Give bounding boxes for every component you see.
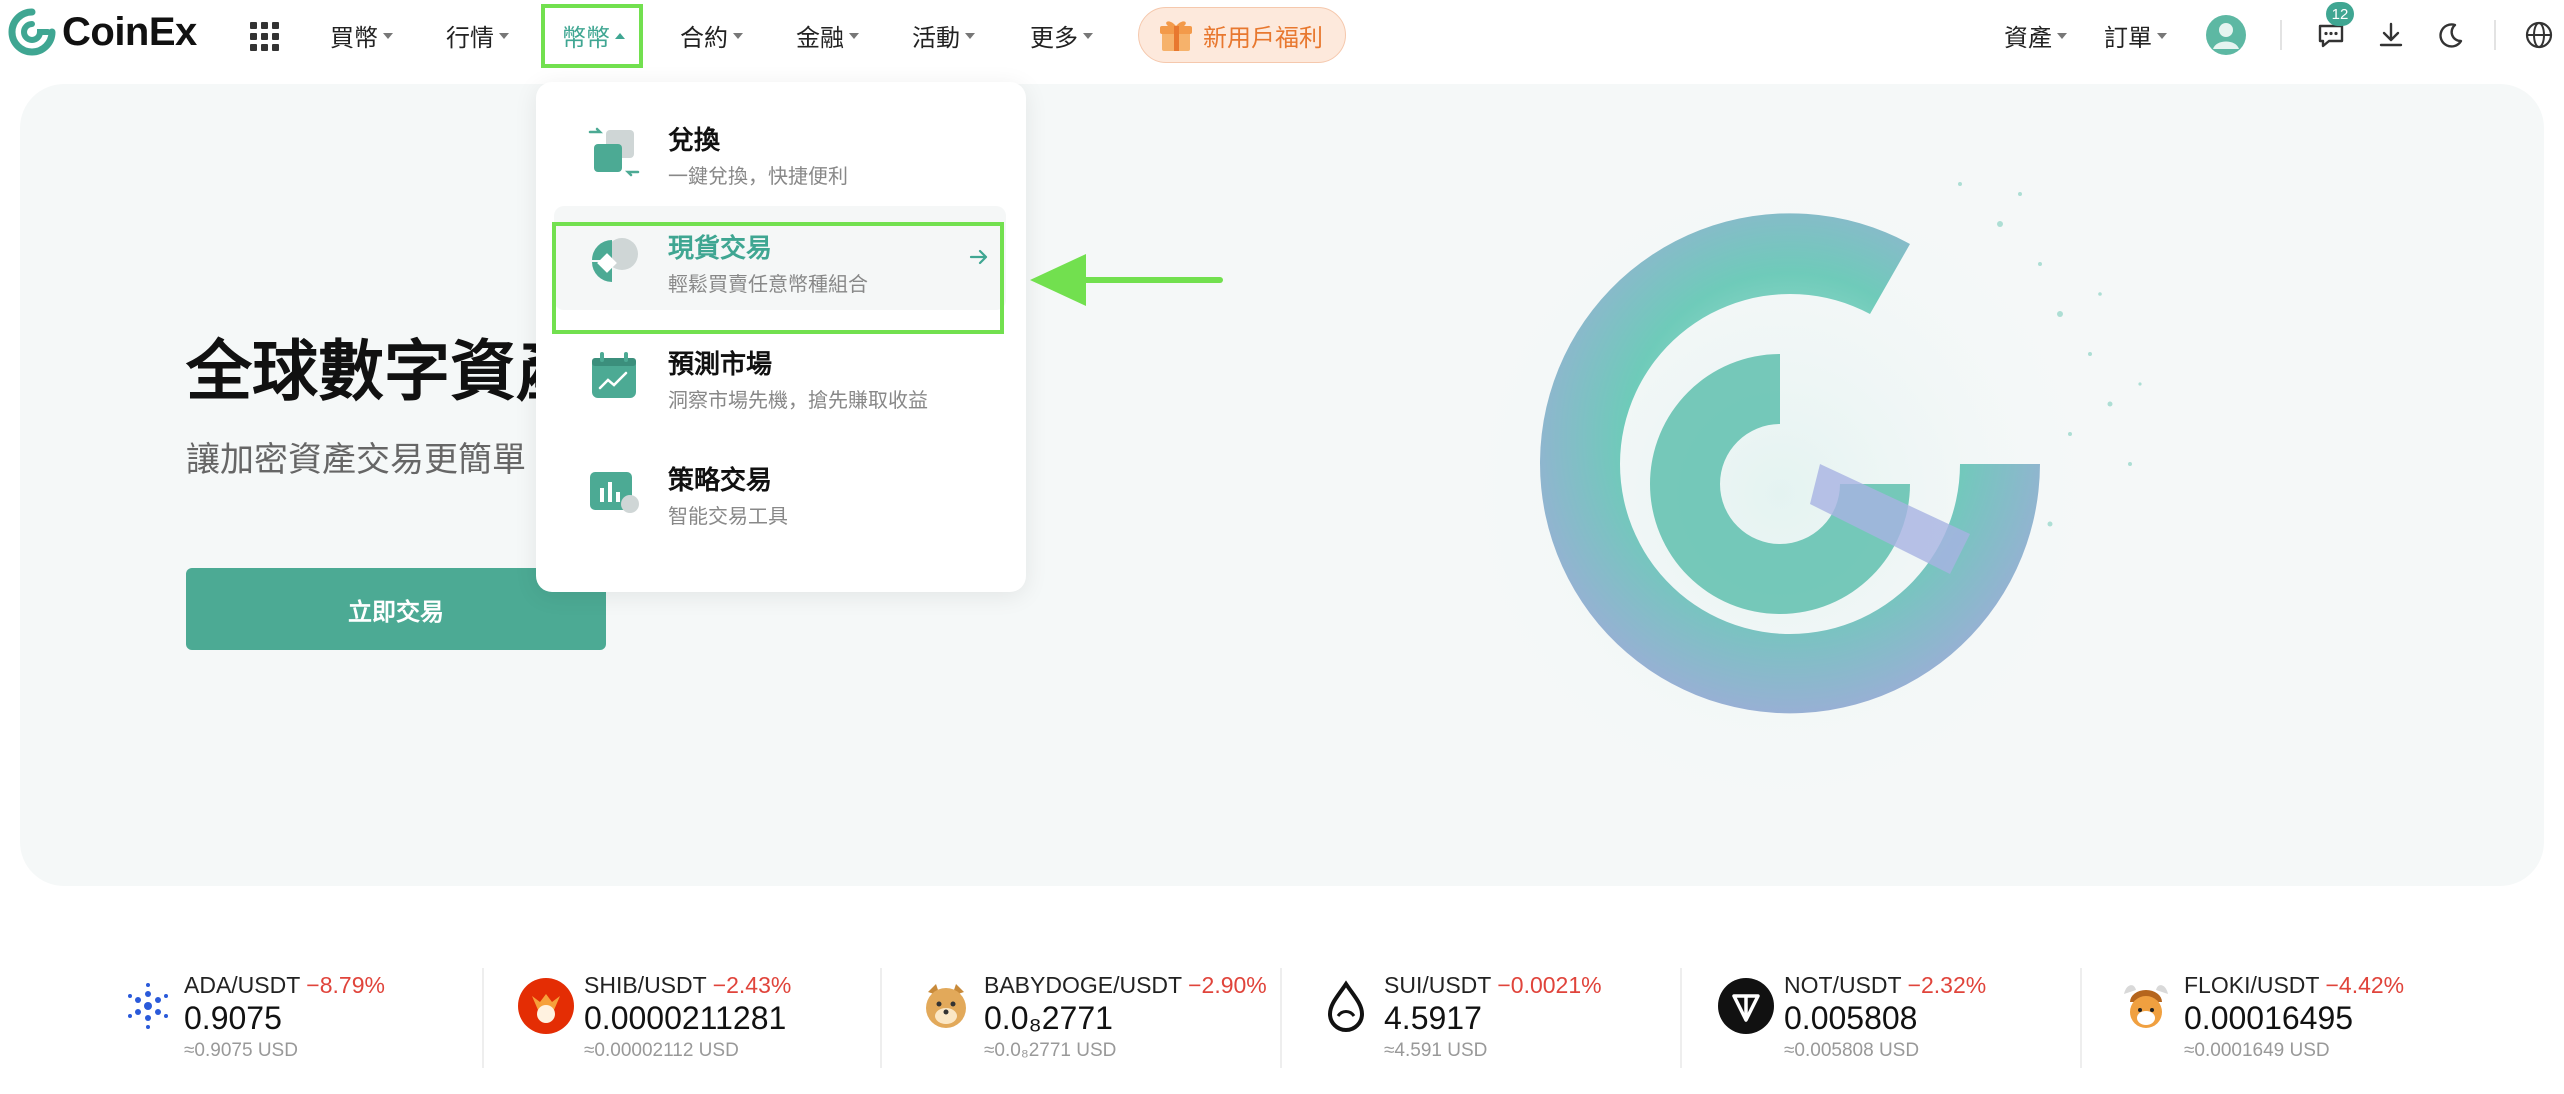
ticker-change: −8.79% <box>306 972 385 998</box>
coinex-logo-icon <box>8 8 56 56</box>
message-count-badge: 12 <box>2326 2 2354 26</box>
floki-icon <box>2124 985 2168 1028</box>
ticker-price: 0.005808 <box>1784 1000 1918 1036</box>
ticker-pair: SUI/USDT −0.0021% <box>1384 972 1602 998</box>
strategy-trading-icon <box>590 472 639 513</box>
divider <box>2494 20 2496 50</box>
ticker-price: 0.00016495 <box>2184 1000 2354 1036</box>
ticker-price: 0.0₈2771 <box>984 1000 1113 1036</box>
download-icon[interactable] <box>2374 18 2408 52</box>
divider <box>880 968 882 1068</box>
nav-item-more[interactable]: 更多 <box>1030 17 1093 53</box>
nav-item-futures[interactable]: 合約 <box>680 17 743 53</box>
divider <box>482 968 484 1068</box>
chevron-down-icon <box>2057 33 2067 39</box>
chevron-down-icon <box>1083 33 1093 39</box>
ticker-price: 0.9075 <box>184 1000 282 1036</box>
ticker-price: 0.0000211281 <box>584 1000 787 1036</box>
divider <box>2080 968 2082 1068</box>
ticker-item[interactable]: BABYDOGE/USDT −2.90% 0.0₈2771 ≈0.0₈2771 U… <box>916 960 1276 1070</box>
nav-item-assets[interactable]: 資產 <box>2004 17 2067 53</box>
dropdown-item-title: 預測市場 <box>668 350 773 380</box>
chevron-down-icon <box>499 33 509 39</box>
ticker-usd: ≈4.591 USD <box>1384 1040 1488 1061</box>
globe-icon[interactable] <box>2522 18 2556 52</box>
logo-text: CoinEx <box>62 9 197 54</box>
ticker-change: −2.90% <box>1188 972 1267 998</box>
hero-banner <box>20 84 2544 886</box>
dropdown-item-title: 策略交易 <box>668 466 773 496</box>
ticker-item[interactable]: ADA/USDT −8.79% 0.9075 ≈0.9075 USD <box>120 960 480 1070</box>
ticker-change: −2.32% <box>1907 972 1987 998</box>
ticker-price: 4.5917 <box>1384 1000 1482 1036</box>
dropdown-item-strategy-trading[interactable]: 策略交易 智能交易工具 <box>554 438 1006 542</box>
dropdown-item-desc: 一鍵兌換，快捷便利 <box>668 164 848 188</box>
prediction-market-icon <box>592 352 636 398</box>
coinex-3d-logo-graphic <box>1440 154 2142 834</box>
ticker-pair: SHIB/USDT −2.43% <box>584 972 792 998</box>
shib-icon <box>518 978 574 1034</box>
promo-label: 新用戶福利 <box>1203 23 1323 52</box>
ticker-usd: ≈0.00002112 USD <box>584 1040 739 1061</box>
apps-grid-icon[interactable] <box>250 22 279 51</box>
ticker-pair: BABYDOGE/USDT −2.90% <box>984 972 1267 998</box>
ada-icon <box>128 983 168 1029</box>
not-icon <box>1718 978 1774 1034</box>
chevron-down-icon <box>2157 33 2167 39</box>
ticker-item[interactable]: SUI/USDT −0.0021% 4.5917 ≈4.591 USD <box>1316 960 1676 1070</box>
ticker-bar: ADA/USDT −8.79% 0.9075 ≈0.9075 USD SHIB/U… <box>0 960 2564 1094</box>
avatar[interactable] <box>2206 15 2246 55</box>
nav-item-finance[interactable]: 金融 <box>796 17 859 53</box>
divider <box>1280 968 1282 1068</box>
dropdown-item-desc: 洞察市場先機，搶先賺取收益 <box>668 388 928 412</box>
ticker-pair: NOT/USDT −2.32% <box>1784 972 1987 998</box>
ticker-pair: ADA/USDT −8.79% <box>184 972 385 998</box>
hero-subtitle: 讓加密資產交易更簡單 <box>186 440 526 480</box>
coinex-logo[interactable]: CoinEx <box>8 8 197 56</box>
divider <box>1680 968 1682 1068</box>
spot-dropdown-menu: 兌換 一鍵兌換，快捷便利 現貨交易 輕鬆買賣任意幣種組合 預測市場 洞察市場先機… <box>536 82 1026 592</box>
nav-item-markets[interactable]: 行情 <box>446 17 509 53</box>
ticker-pair: FLOKI/USDT −4.42% <box>2184 972 2405 998</box>
nav-item-orders[interactable]: 訂單 <box>2104 17 2167 53</box>
ticker-usd: ≈0.005808 USD <box>1784 1040 1920 1061</box>
ticker-item[interactable]: FLOKI/USDT −4.42% 0.00016495 ≈0.0001649 U… <box>2116 960 2476 1070</box>
chevron-down-icon <box>965 33 975 39</box>
dropdown-item-desc: 智能交易工具 <box>668 504 788 528</box>
annotation-highlight-nav <box>541 4 643 68</box>
ticker-usd: ≈0.0001649 USD <box>2184 1040 2330 1061</box>
chevron-down-icon <box>383 33 393 39</box>
sui-icon <box>1327 980 1365 1032</box>
nav-item-buy-crypto[interactable]: 買幣 <box>330 17 393 53</box>
gift-icon <box>1160 21 1192 51</box>
dropdown-item-prediction-market[interactable]: 預測市場 洞察市場先機，搶先賺取收益 <box>554 322 1006 426</box>
ticker-change: −2.43% <box>712 972 792 998</box>
top-nav: CoinEx 買幣 行情 幣幣 合約 金融 活動 更多 新用戶福利 資產 訂單 <box>0 0 2564 70</box>
annotation-highlight-spot-trading <box>552 222 1004 334</box>
nav-item-activities[interactable]: 活動 <box>912 17 975 53</box>
ticker-item[interactable]: NOT/USDT −2.32% 0.005808 ≈0.005808 USD <box>1716 960 2076 1070</box>
ticker-change: −4.42% <box>2325 972 2405 998</box>
new-user-promo-button[interactable]: 新用戶福利 <box>1138 7 1346 63</box>
chevron-down-icon <box>733 33 743 39</box>
ticker-usd: ≈0.9075 USD <box>184 1040 298 1061</box>
dropdown-item-swap[interactable]: 兌換 一鍵兌換，快捷便利 <box>554 98 1006 202</box>
ticker-item[interactable]: SHIB/USDT −2.43% 0.0000211281 ≈0.00002112… <box>516 960 876 1070</box>
annotation-arrow-icon <box>1030 254 1223 306</box>
dropdown-item-title: 兌換 <box>668 126 721 156</box>
chevron-down-icon <box>849 33 859 39</box>
dark-mode-moon-icon[interactable] <box>2434 18 2468 52</box>
babydoge-icon <box>926 984 966 1028</box>
ticker-change: −0.0021% <box>1497 972 1602 998</box>
swap-icon <box>588 127 640 177</box>
hero-title: 全球數字資產 <box>186 333 582 410</box>
divider <box>2280 20 2282 50</box>
ticker-usd: ≈0.0₈2771 USD <box>984 1040 1117 1061</box>
